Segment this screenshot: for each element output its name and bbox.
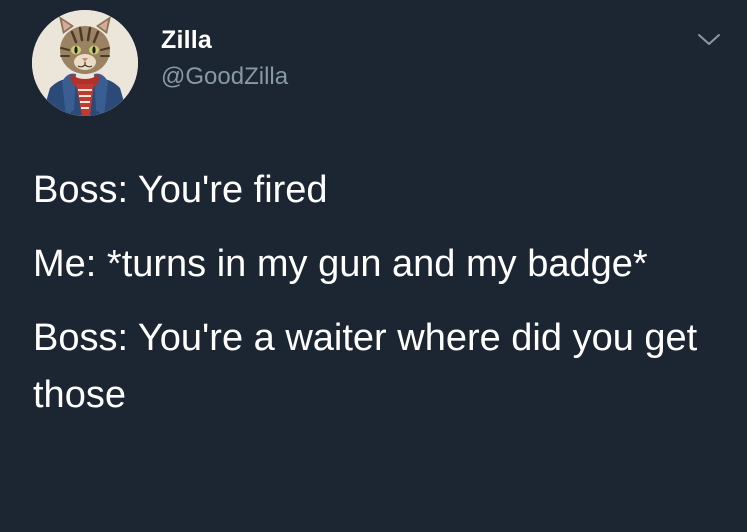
tweet-text: Boss: You're fired Me: *turns in my gun … <box>33 162 723 441</box>
user-handle[interactable]: @GoodZilla <box>161 63 288 91</box>
display-name[interactable]: Zilla <box>161 26 212 55</box>
cat-avatar-icon[interactable] <box>32 10 138 116</box>
tweet-card: Zilla @GoodZilla Boss: You're fired Me: … <box>0 0 747 532</box>
tweet-line: Boss: You're fired <box>33 169 328 211</box>
chevron-down-icon[interactable] <box>697 30 721 50</box>
tweet-line: Boss: You're a waiter where did you get … <box>33 317 698 416</box>
tweet-line: Me: *turns in my gun and my badge* <box>33 243 648 285</box>
